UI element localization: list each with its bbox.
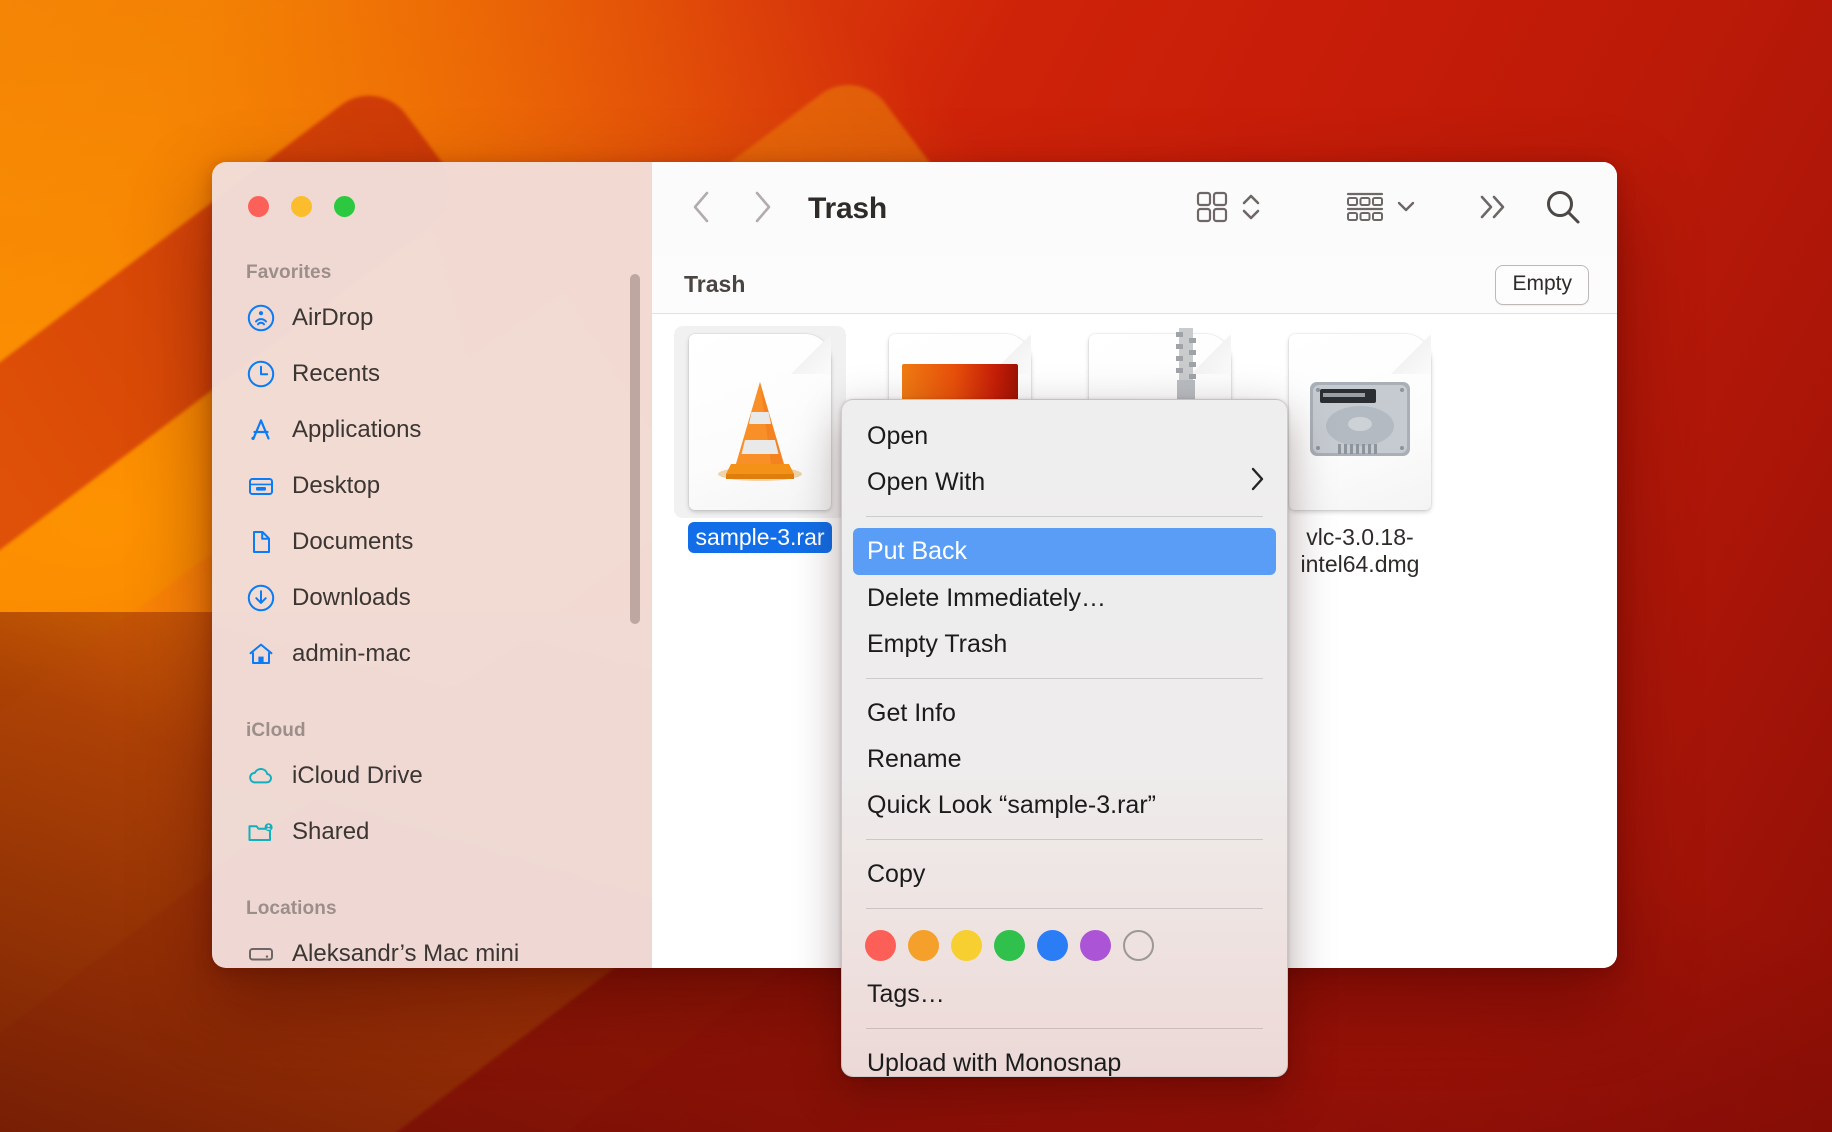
window-controls	[248, 196, 355, 217]
sidebar-item-desktop[interactable]: Desktop	[212, 458, 652, 514]
search-icon[interactable]	[1543, 187, 1583, 232]
maximize-button[interactable]	[334, 196, 355, 217]
sidebar-item-label: Downloads	[292, 584, 411, 611]
file-name-line1: vlc-3.0.18-	[1306, 524, 1414, 550]
disk-image-icon	[1289, 334, 1431, 510]
tag-color-swatches	[842, 920, 1287, 971]
sidebar-header-icloud: iCloud	[246, 720, 306, 741]
minimize-button[interactable]	[291, 196, 312, 217]
file-name-label: vlc-3.0.18- intel64.dmg	[1301, 522, 1420, 580]
finder-toolbar: Trash	[652, 162, 1617, 256]
tag-swatch-blue[interactable]	[1037, 930, 1068, 961]
applications-icon	[246, 415, 276, 445]
icon-view-icon[interactable]	[1195, 190, 1229, 229]
double-chevron-right-icon[interactable]	[1475, 190, 1509, 229]
menu-item-copy[interactable]: Copy	[842, 851, 1287, 897]
sidebar-header-locations: Locations	[246, 898, 337, 919]
window-title: Trash	[808, 192, 888, 225]
sidebar-item-label: Documents	[292, 528, 414, 555]
chevron-up-down-icon[interactable]	[1239, 189, 1263, 230]
computer-icon	[246, 939, 276, 968]
trash-path-bar: Trash Empty	[652, 256, 1617, 314]
sidebar-item-label: admin-mac	[292, 640, 411, 667]
sidebar-item-label: Recents	[292, 360, 381, 387]
tag-swatch-yellow[interactable]	[951, 930, 982, 961]
finder-sidebar: Favorites AirDrop Recents Applications D…	[212, 162, 652, 968]
sidebar-item-documents[interactable]: Documents	[212, 514, 652, 570]
sidebar-item-icloud-drive[interactable]: iCloud Drive	[212, 748, 652, 804]
menu-item-quick-look[interactable]: Quick Look “sample-3.rar”	[842, 782, 1287, 828]
document-icon	[246, 527, 276, 557]
file-item-sample-3-rar[interactable]: sample-3.rar	[660, 326, 860, 554]
vlc-document-icon	[689, 334, 831, 510]
chevron-down-icon[interactable]	[1395, 196, 1417, 223]
tag-swatch-orange[interactable]	[908, 930, 939, 961]
menu-item-empty-trash[interactable]: Empty Trash	[842, 621, 1287, 667]
menu-item-delete-immediately[interactable]: Delete Immediately…	[842, 575, 1287, 621]
menu-item-get-info[interactable]: Get Info	[842, 690, 1287, 736]
sidebar-header-favorites: Favorites	[246, 262, 332, 283]
menu-item-upload-monosnap[interactable]: Upload with Monosnap	[842, 1040, 1287, 1077]
file-item-vlc-dmg[interactable]: vlc-3.0.18- intel64.dmg	[1260, 334, 1460, 580]
shared-folder-icon	[246, 817, 276, 847]
page-fold	[1391, 334, 1431, 374]
chevron-right-icon	[749, 189, 775, 230]
menu-item-tags[interactable]: Tags…	[842, 971, 1287, 1017]
sidebar-item-label: Shared	[292, 818, 370, 845]
back-button[interactable]	[678, 185, 726, 233]
close-button[interactable]	[248, 196, 269, 217]
sidebar-item-recents[interactable]: Recents	[212, 346, 652, 402]
sidebar-item-downloads[interactable]: Downloads	[212, 570, 652, 626]
sidebar-scroll-area: Favorites AirDrop Recents Applications D…	[212, 256, 652, 968]
sidebar-item-shared[interactable]: Shared	[212, 804, 652, 860]
cloud-icon	[246, 761, 276, 791]
sidebar-item-admin-mac[interactable]: admin-mac	[212, 626, 652, 682]
group-by-icon[interactable]	[1345, 190, 1385, 229]
menu-item-open[interactable]: Open	[842, 413, 1287, 459]
chevron-right-icon	[1247, 466, 1267, 499]
menu-separator	[866, 516, 1263, 517]
chevron-left-icon	[689, 189, 715, 230]
file-name-label: sample-3.rar	[688, 522, 832, 554]
context-menu: Open Open With Put Back Delete Immediate…	[841, 399, 1288, 1077]
sidebar-item-label: Applications	[292, 416, 422, 443]
airdrop-icon	[246, 303, 276, 333]
tag-swatch-green[interactable]	[994, 930, 1025, 961]
group-by-control[interactable]	[1345, 190, 1417, 229]
desktop-wallpaper: Favorites AirDrop Recents Applications D…	[0, 0, 1832, 1132]
menu-separator	[866, 1028, 1263, 1029]
tag-swatch-red[interactable]	[865, 930, 896, 961]
sidebar-item-airdrop[interactable]: AirDrop	[212, 290, 652, 346]
clock-icon	[246, 359, 276, 389]
view-control[interactable]	[1195, 189, 1263, 230]
sidebar-item-applications[interactable]: Applications	[212, 402, 652, 458]
tag-swatch-purple[interactable]	[1080, 930, 1111, 961]
empty-trash-button[interactable]: Empty	[1495, 264, 1589, 305]
menu-item-put-back[interactable]: Put Back	[853, 528, 1276, 575]
sidebar-item-mac-mini[interactable]: Aleksandr’s Mac mini	[212, 926, 652, 968]
menu-separator	[866, 678, 1263, 679]
sidebar-scrollbar[interactable]	[630, 274, 640, 624]
sidebar-item-label: iCloud Drive	[292, 762, 423, 789]
home-icon	[246, 639, 276, 669]
sidebar-item-label: AirDrop	[292, 304, 374, 331]
forward-button[interactable]	[738, 185, 786, 233]
menu-separator	[866, 908, 1263, 909]
menu-item-rename[interactable]: Rename	[842, 736, 1287, 782]
menu-separator	[866, 839, 1263, 840]
desktop-icon	[246, 471, 276, 501]
sidebar-item-label: Aleksandr’s Mac mini	[292, 940, 520, 967]
menu-item-label: Open With	[867, 467, 986, 496]
download-icon	[246, 583, 276, 613]
trash-bar-label: Trash	[684, 271, 746, 297]
sidebar-item-label: Desktop	[292, 472, 381, 499]
tag-swatch-none[interactable]	[1123, 930, 1154, 961]
menu-item-open-with[interactable]: Open With	[842, 459, 1287, 505]
file-name-line2: intel64.dmg	[1300, 551, 1420, 578]
